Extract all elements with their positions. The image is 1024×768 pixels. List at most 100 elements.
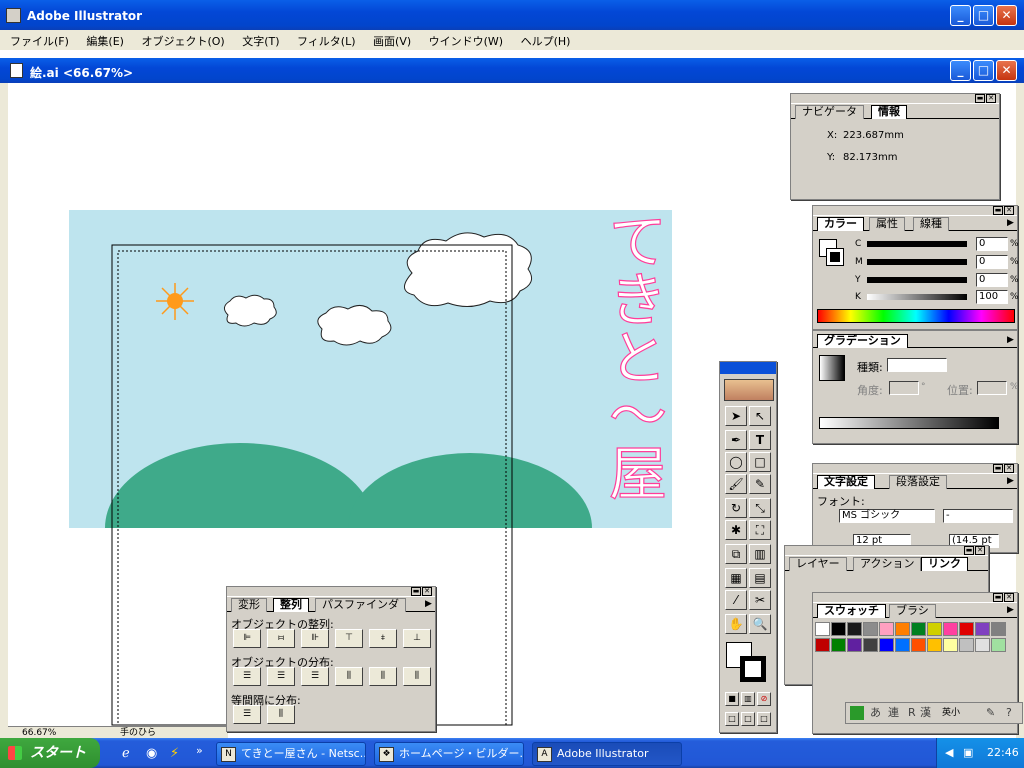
color-swatch[interactable] (927, 622, 942, 636)
tray-arrow-icon[interactable]: ◀ (945, 738, 953, 768)
menu-window[interactable]: ウインドウ(W) (429, 35, 503, 48)
distribute-bottom-icon[interactable]: ☰ (301, 667, 329, 686)
y-slider[interactable] (867, 277, 967, 283)
color-swatch[interactable] (943, 622, 958, 636)
tab-gradient[interactable]: グラデーション (817, 334, 908, 348)
c-field[interactable]: 0 (976, 237, 1008, 251)
direct-selection-tool-icon[interactable]: ↖ (749, 406, 771, 426)
free-transform-tool-icon[interactable]: ⛶ (749, 520, 771, 540)
doc-minimize-button[interactable]: _ (950, 60, 971, 81)
color-swatch[interactable] (863, 638, 878, 652)
color-spectrum-bar[interactable] (817, 309, 1015, 323)
scale-tool-icon[interactable]: ⤡ (749, 498, 771, 518)
palette-menu-arrow-icon[interactable]: ▶ (1007, 605, 1014, 615)
color-swatch[interactable] (879, 622, 894, 636)
none-mode-icon[interactable]: ⊘ (757, 692, 771, 706)
color-swatch[interactable] (991, 622, 1006, 636)
color-swatch[interactable] (895, 622, 910, 636)
twirl-tool-icon[interactable]: ✱ (725, 520, 747, 540)
distribute-left-icon[interactable]: ⫼ (335, 667, 363, 686)
tab-actions[interactable]: アクション (853, 557, 922, 571)
ime-logo-icon[interactable] (850, 706, 864, 720)
rectangle-tool-icon[interactable]: □ (749, 452, 771, 472)
tab-align[interactable]: 整列 (273, 598, 309, 612)
ellipse-tool-icon[interactable]: ◯ (725, 452, 747, 472)
scissors-tool-icon[interactable]: ✂ (749, 590, 771, 610)
doc-maximize-button[interactable]: □ (973, 60, 994, 81)
color-swatch[interactable] (847, 622, 862, 636)
tab-layers[interactable]: レイヤー (789, 557, 847, 571)
pencil-tool-icon[interactable]: ✎ (749, 474, 771, 494)
zoom-tool-icon[interactable]: 🔍 (749, 614, 771, 634)
c-slider[interactable] (867, 241, 967, 247)
menu-filter[interactable]: フィルタ(L) (297, 35, 356, 48)
graph-tool-icon[interactable]: ▥ (749, 544, 771, 564)
menu-object[interactable]: オブジェクト(O) (141, 35, 224, 48)
menu-help[interactable]: ヘルプ(H) (521, 35, 571, 48)
maximize-button[interactable]: □ (973, 5, 994, 26)
align-bottom-icon[interactable]: ⊥ (403, 629, 431, 648)
gradient-position-field[interactable] (977, 381, 1007, 395)
color-swatch[interactable] (975, 638, 990, 652)
color-swatch[interactable] (863, 622, 878, 636)
color-swatch[interactable] (911, 638, 926, 652)
gradient-mesh-tool-icon[interactable]: ▦ (725, 568, 747, 588)
close-button[interactable]: ✕ (996, 5, 1017, 26)
color-swatch[interactable] (895, 638, 910, 652)
illustrator-logo[interactable] (724, 379, 774, 401)
color-swatch[interactable] (959, 622, 974, 636)
align-vcenter-icon[interactable]: ⧧ (369, 629, 397, 648)
tab-swatches[interactable]: スウォッチ (817, 604, 886, 618)
gradient-angle-field[interactable] (889, 381, 919, 395)
color-swatch[interactable] (943, 638, 958, 652)
blend-tool-icon[interactable]: ⧉ (725, 544, 747, 564)
menu-view[interactable]: 画面(V) (373, 35, 411, 48)
spacing-horizontal-icon[interactable]: ⫼ (267, 705, 295, 724)
tab-stroke[interactable]: 線種 (913, 217, 949, 231)
quicklaunch-more-icon[interactable]: » (196, 744, 203, 757)
ime-help-icon[interactable]: ? (1006, 703, 1012, 723)
task-netscape[interactable]: N てきとー屋さん - Netsc... (216, 742, 366, 766)
distribute-vcenter-icon[interactable]: ☰ (267, 667, 295, 686)
color-swatch[interactable] (991, 638, 1006, 652)
hand-tool-icon[interactable]: ✋ (725, 614, 747, 634)
tab-brushes[interactable]: ブラシ (889, 604, 936, 618)
palette-menu-arrow-icon[interactable]: ▶ (1007, 476, 1014, 486)
eyedropper-tool-icon[interactable]: ⁄ (725, 590, 747, 610)
color-swatch[interactable] (911, 622, 926, 636)
color-swatch[interactable] (831, 622, 846, 636)
tab-pathfinder[interactable]: パスファインダ (315, 598, 406, 612)
tab-character[interactable]: 文字設定 (817, 475, 875, 489)
font-style-select[interactable]: - (943, 509, 1013, 523)
gradient-tool-icon[interactable]: ▤ (749, 568, 771, 588)
screen-mode-standard-icon[interactable]: □ (725, 712, 739, 726)
ime-kanji[interactable]: 漢 (920, 703, 931, 723)
ime-conversion[interactable]: 連 (888, 703, 899, 723)
align-right-icon[interactable]: ⊪ (301, 629, 329, 648)
minimize-button[interactable]: _ (950, 5, 971, 26)
align-left-icon[interactable]: ⊫ (233, 629, 261, 648)
app-quicklaunch-icon[interactable]: ⚡ (170, 746, 179, 761)
align-hcenter-icon[interactable]: ⧦ (267, 629, 295, 648)
tab-info[interactable]: 情報 (871, 105, 907, 119)
tab-attributes[interactable]: 属性 (869, 217, 905, 231)
screen-mode-full-menu-icon[interactable]: □ (741, 712, 755, 726)
type-tool-icon[interactable]: T (749, 430, 771, 450)
color-swatch[interactable] (975, 622, 990, 636)
color-swatch[interactable] (815, 622, 830, 636)
tab-transform[interactable]: 変形 (231, 598, 267, 612)
y-field[interactable]: 0 (976, 273, 1008, 287)
color-swatch[interactable] (815, 638, 830, 652)
ie-quicklaunch-icon[interactable]: ℯ (122, 746, 130, 761)
font-family-select[interactable]: MS ゴシック (839, 509, 935, 523)
pen-tool-icon[interactable]: ✒ (725, 430, 747, 450)
tab-navigator[interactable]: ナビゲータ (795, 105, 864, 119)
color-mode-icon[interactable]: ■ (725, 692, 739, 706)
stroke-color-icon[interactable] (740, 656, 766, 682)
doc-close-button[interactable]: ✕ (996, 60, 1017, 81)
start-button[interactable]: スタート (0, 738, 100, 768)
k-field[interactable]: 100 (976, 290, 1008, 304)
tray-network-icon[interactable]: ▣ (963, 738, 973, 768)
tab-paragraph[interactable]: 段落設定 (889, 475, 947, 489)
color-swatch[interactable] (927, 638, 942, 652)
